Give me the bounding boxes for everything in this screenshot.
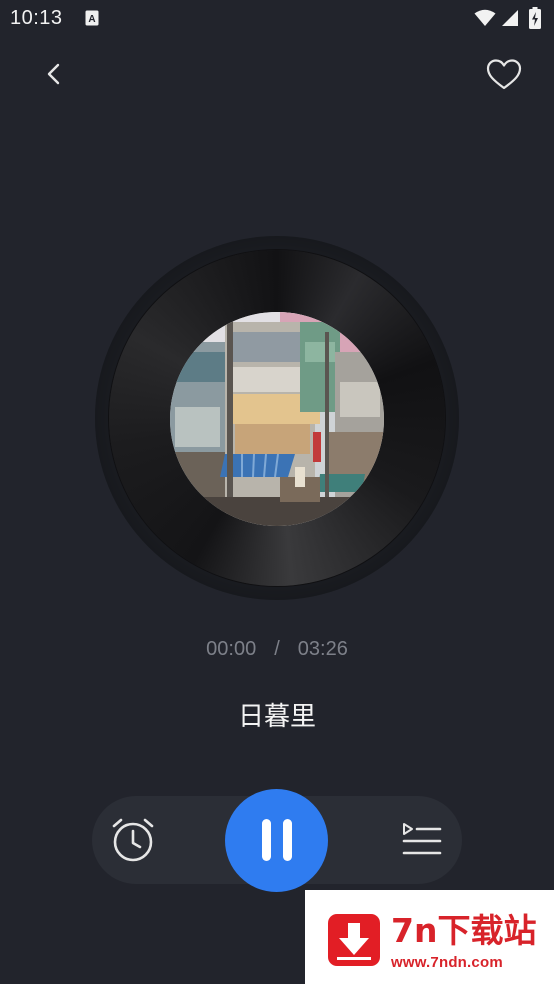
song-title: 日暮里	[237, 701, 316, 731]
wifi-icon	[474, 9, 496, 26]
playlist-button[interactable]	[398, 818, 444, 862]
status-bar: 10:13 A	[0, 0, 554, 38]
signal-icon	[502, 10, 518, 26]
sleep-timer-button[interactable]	[108, 815, 158, 865]
alarm-clock-icon	[112, 818, 154, 862]
favorite-button[interactable]	[484, 57, 524, 93]
watermark-url: www.7ndn.com	[391, 954, 503, 971]
back-button[interactable]	[38, 58, 70, 90]
svg-text:A: A	[88, 14, 95, 25]
progress-time: 00:00 / 03:26	[0, 638, 554, 661]
album-cover-image	[170, 312, 384, 526]
current-time: 00:00	[206, 638, 257, 660]
notification-icon: A	[85, 10, 99, 26]
battery-charging-icon	[529, 7, 541, 29]
time-separator: /	[274, 638, 280, 660]
status-time: 10:13	[10, 7, 63, 29]
download-arrow-icon	[328, 914, 380, 966]
chevron-left-icon	[47, 63, 60, 85]
watermark-name: 7n下载站	[391, 911, 537, 950]
playlist-icon	[402, 823, 442, 855]
watermark: 7n下载站 www.7ndn.com	[305, 890, 554, 984]
total-time: 03:26	[297, 638, 348, 660]
heart-outline-icon	[486, 59, 522, 90]
play-pause-button[interactable]	[225, 789, 328, 892]
